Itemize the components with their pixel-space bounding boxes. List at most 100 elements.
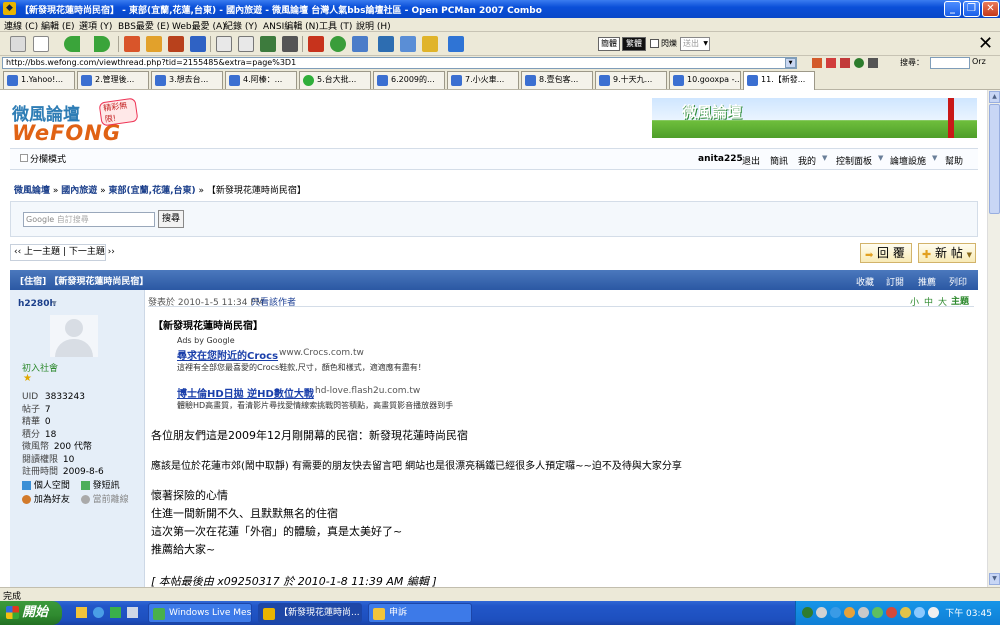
menu-tools[interactable]: 工具 (T) [319,19,352,32]
prev-topic-link[interactable]: ‹‹ 上一主題 [14,247,60,257]
search-button[interactable]: 搜尋 [158,210,184,228]
url-input[interactable]: http://bbs.wefong.com/viewthread.php?tid… [2,57,797,69]
menu-connect[interactable]: 連線 (C) [4,19,38,32]
stop-icon[interactable] [168,36,184,52]
tray-update-icon[interactable] [830,607,841,618]
recommend-link[interactable]: 推薦 [918,275,936,288]
copy-icon[interactable] [216,36,232,52]
keyboard-icon[interactable] [10,36,26,52]
task-pcman[interactable]: 【新發現花蓮時尚... [258,603,362,623]
tab-3[interactable]: 3.想去台... [151,71,223,89]
tray-display-icon[interactable] [914,607,925,618]
google-search-input[interactable]: Google 自訂搜尋 [23,212,155,227]
menu-bbs-favorites[interactable]: BBS最愛 (E) [118,19,169,32]
logout-link[interactable]: 退出 [742,154,760,167]
subscribe-link[interactable]: 訂閱 [886,275,904,288]
reply-button[interactable]: ➡ 回 覆 [860,243,912,263]
personal-space-link[interactable]: 個人空間 [34,481,70,491]
scroll-thumb[interactable] [989,104,1000,214]
search-input[interactable] [930,57,970,69]
traditional-button[interactable]: 繁體 [622,37,646,51]
ad2-title[interactable]: 博士倫HD日拋 逆HD數位大戰 [177,385,314,400]
menu-edit[interactable]: 編輯 (E) [41,19,75,32]
tab-8[interactable]: 8.壹包客... [521,71,593,89]
tray-network-icon[interactable] [816,607,827,618]
forum-tools-link[interactable]: 論壇設施 [890,154,926,167]
next-topic-link[interactable]: 下一主題 ›› [69,247,115,257]
send-message-link[interactable]: 發短訊 [93,481,120,491]
quicklaunch-ie-icon[interactable] [93,607,104,618]
disconnect-icon[interactable] [124,36,140,52]
task-folder[interactable]: 申訴 [368,603,472,623]
tray-security-icon[interactable] [886,607,897,618]
menu-history[interactable]: 紀錄 (Y) [224,19,257,32]
scroll-down-icon[interactable]: ▼ [989,573,1000,585]
tray-app-icon[interactable] [872,607,883,618]
lock-icon[interactable] [422,36,438,52]
paste-icon[interactable] [238,36,254,52]
breadcrumb-domestic-travel[interactable]: 國內旅遊 [61,186,97,196]
home-icon[interactable] [812,58,822,68]
tray-shield-icon[interactable] [802,607,813,618]
username[interactable]: anita225 [698,154,743,164]
ad2-url[interactable]: hd-love.flash2u.com.tw [315,386,420,396]
back-arrow-icon[interactable] [64,36,80,52]
author-name[interactable]: h2280h [18,299,56,309]
my-link[interactable]: 我的 [798,154,816,167]
breadcrumb-home[interactable]: 微風論壇 [14,186,50,196]
vertical-scrollbar[interactable]: ▲ ▼ [987,90,1000,587]
font-icon[interactable] [308,36,324,52]
pin-icon[interactable] [190,36,206,52]
split-mode-checkbox[interactable] [20,154,28,162]
tab-11-active[interactable]: 11.【新發... [743,71,815,90]
tab-6[interactable]: 6.2009的... [373,71,445,89]
tab-7[interactable]: 7.小火車... [447,71,519,89]
close-button[interactable]: ✕ [982,1,999,17]
simplified-button[interactable]: 簡體 [598,37,620,51]
ad1-title[interactable]: 尋求在您附近的Crocs [177,347,278,362]
panel-icon[interactable] [378,36,394,52]
tab-4[interactable]: 4.阿榛：... [225,71,297,89]
quicklaunch-folder-icon[interactable] [76,607,87,618]
print-link[interactable]: 列印 [949,275,967,288]
avatar[interactable] [50,315,98,357]
fullscreen-icon[interactable] [352,36,368,52]
new-page-icon[interactable] [33,36,49,52]
save-icon[interactable] [260,36,276,52]
start-button[interactable]: 開始 [0,601,62,625]
maximize-button[interactable]: ❐ [963,1,980,17]
tab-9[interactable]: 9.十天九... [595,71,667,89]
favorites-icon[interactable] [826,58,836,68]
tab-5[interactable]: 5.台大批... [299,71,371,89]
send-button[interactable]: 送出 ▼ [680,37,710,51]
ad1-url[interactable]: www.Crocs.com.tw [279,348,364,358]
reconnect-icon[interactable] [146,36,162,52]
new-post-button[interactable]: ✚ 新 帖 ▼ [918,243,976,263]
task-messenger[interactable]: Windows Live Messen... [148,603,252,623]
print-icon[interactable] [868,58,878,68]
favorite-link[interactable]: 收藏 [856,275,874,288]
refresh-icon[interactable] [854,58,864,68]
tab-10[interactable]: 10.gooxpa -... [669,71,741,89]
tab-1[interactable]: 1.Yahoo!... [3,71,75,89]
blink-checkbox[interactable] [650,39,659,48]
history-icon[interactable] [840,58,850,68]
breadcrumb-east[interactable]: 東部(宜蘭,花蓮,台東) [109,186,196,196]
scroll-up-icon[interactable]: ▲ [989,91,1000,103]
search-engine[interactable]: Orz [972,57,986,66]
window-title-bar[interactable]: ◆ 【新發現花蓮時尚民宿】 - 東部(宜蘭,花蓮,台東) - 國內旅遊 - 微風… [0,0,1000,18]
quicklaunch-desktop-icon[interactable] [127,607,138,618]
menu-web-favorites[interactable]: Web最愛 (A) [172,19,226,32]
tray-chat-icon[interactable] [900,607,911,618]
tray-usb-icon[interactable] [928,607,939,618]
menu-ansi-edit[interactable]: ANSI編輯 (N) [263,19,319,32]
browser-icon[interactable] [448,36,464,52]
url-dropdown-icon[interactable]: ▼ [785,58,796,68]
window-icon[interactable] [400,36,416,52]
quicklaunch-messenger-icon[interactable] [110,607,121,618]
control-panel-link[interactable]: 控制面板 [836,154,872,167]
settings-icon[interactable] [330,36,346,52]
messages-link[interactable]: 簡訊 [770,154,788,167]
screen-icon[interactable] [282,36,298,52]
tray-messenger-icon[interactable] [844,607,855,618]
